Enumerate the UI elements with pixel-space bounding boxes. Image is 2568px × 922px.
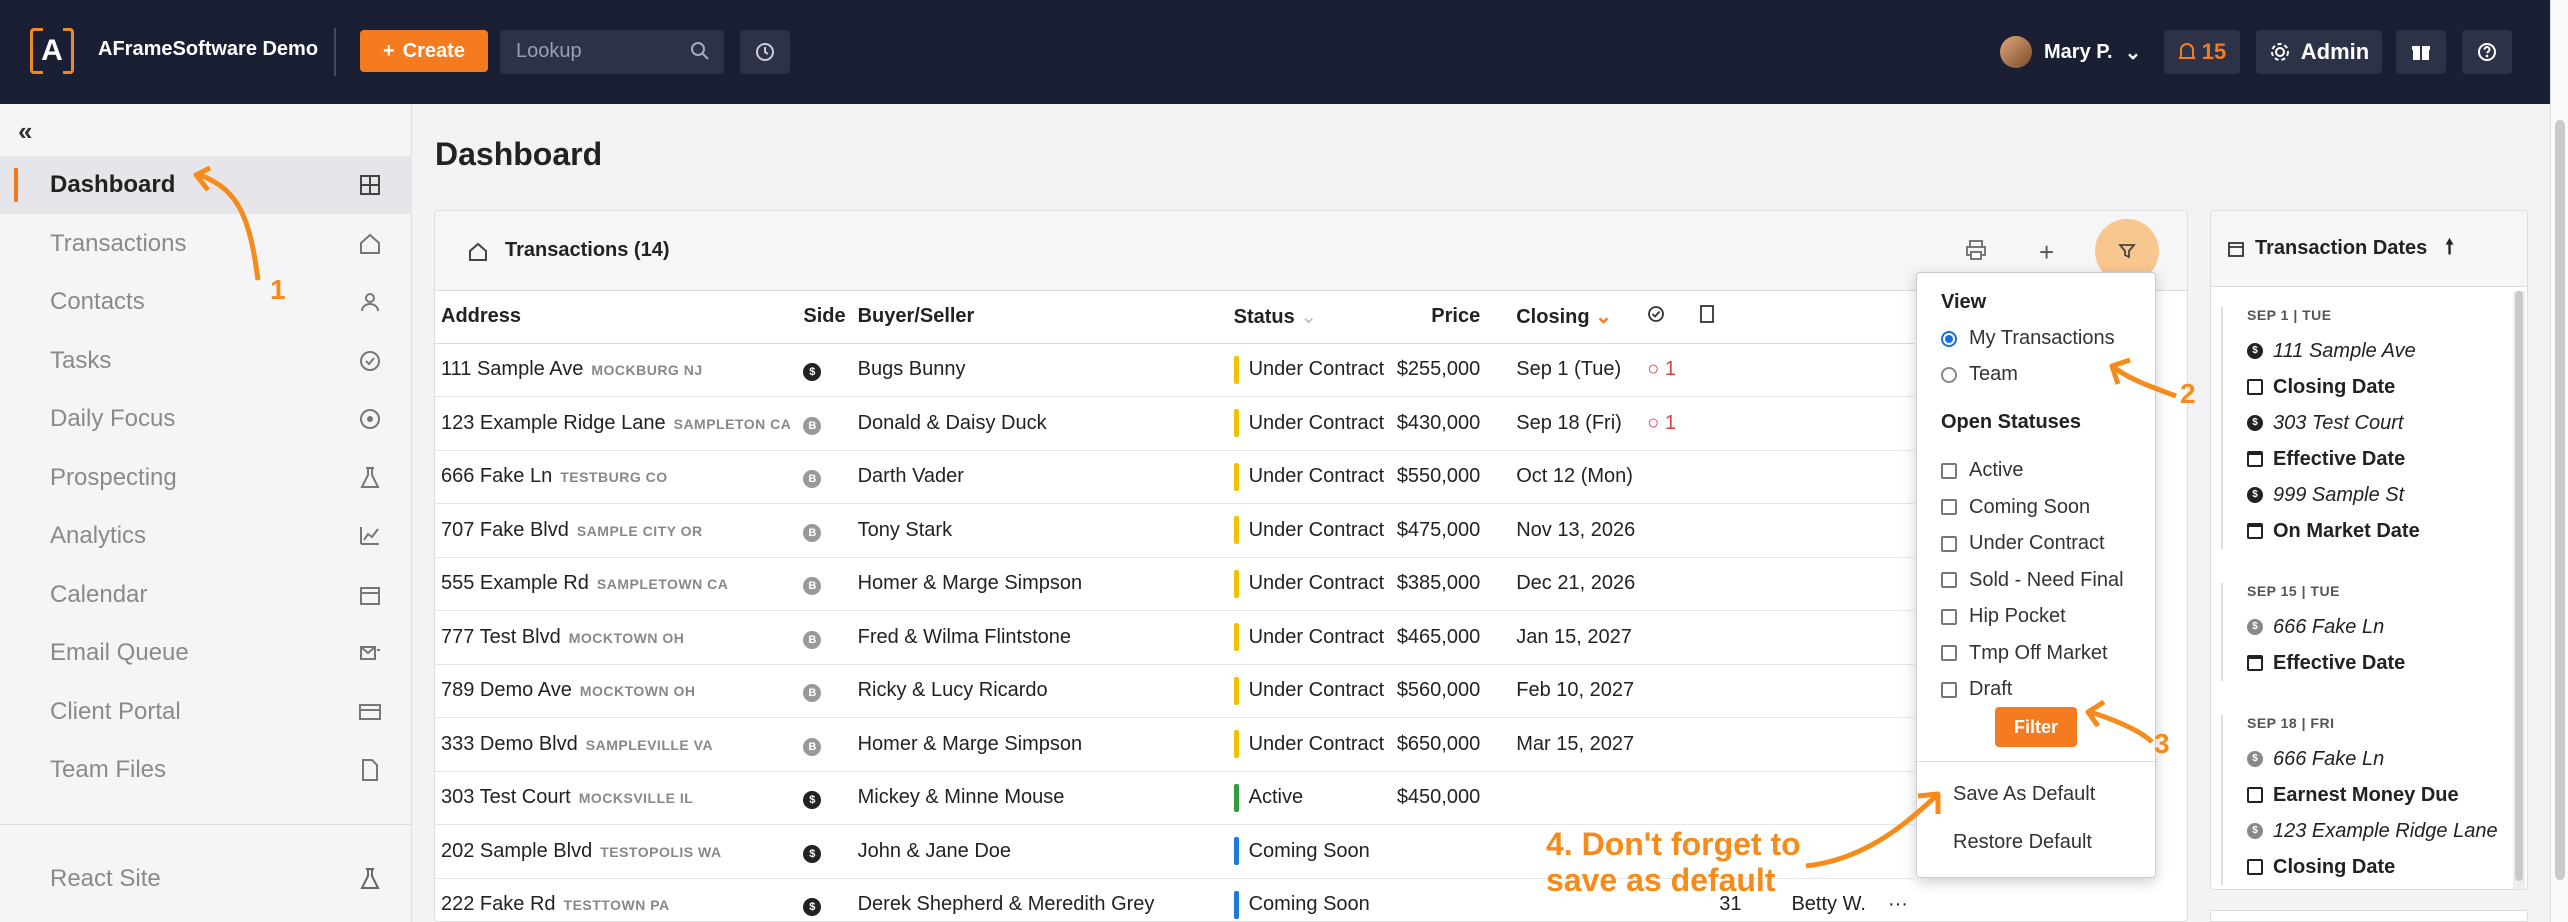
annotation-4-line2: save as default: [1546, 862, 1776, 898]
annotation-2: 2: [2180, 378, 2196, 409]
arrow-2: [2113, 365, 2177, 399]
annotation-4: 4. Don't forget to save as default: [1546, 826, 1866, 898]
annotation-3: 3: [2154, 728, 2170, 759]
annotation-4-line1: 4. Don't forget to: [1546, 826, 1801, 862]
annotation-arrows: [193, 165, 2177, 869]
arrow-1: [199, 172, 261, 281]
annotation-1: 1: [270, 274, 286, 305]
arrow-3: [2089, 709, 2154, 744]
